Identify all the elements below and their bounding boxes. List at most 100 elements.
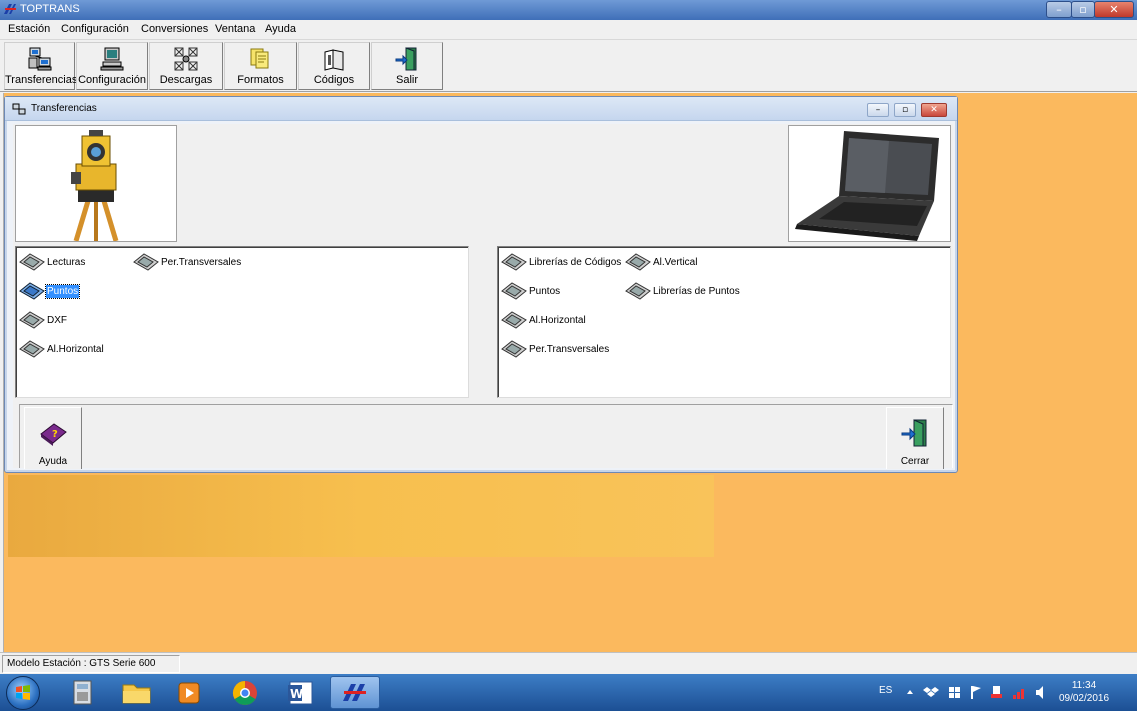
toolbar: Transferencias Configuración Descargas F… <box>0 41 1137 92</box>
network-signal-icon <box>1013 689 1024 699</box>
minimize-button[interactable]: – <box>1046 1 1072 18</box>
list-item-per-transversales[interactable]: Per.Transversales <box>132 249 242 275</box>
status-bar: Modelo Estación : GTS Serie 600 <box>0 652 1137 674</box>
salir-button[interactable]: Salir <box>371 42 443 90</box>
transferencias-button[interactable]: Transferencias <box>4 42 78 90</box>
main-title-bar: TOPTRANS – ▫ ✕ <box>0 0 1137 20</box>
bottom-button-panel: ? Ayuda Cerrar <box>19 404 953 469</box>
disk-file-icon <box>19 311 45 329</box>
dropbox-icon <box>923 687 939 697</box>
svg-text:W: W <box>290 687 303 701</box>
satellite-icon <box>174 47 198 71</box>
toptrans-logo-icon <box>4 4 16 14</box>
cerrar-label: Cerrar <box>900 456 930 467</box>
list-item-puntos[interactable]: Puntos <box>18 278 81 304</box>
book-icon <box>324 49 344 71</box>
maximize-button[interactable]: ▫ <box>1071 1 1095 18</box>
list-item-al-vertical[interactable]: Al.Vertical <box>624 249 698 275</box>
window-title: TOPTRANS <box>20 3 80 15</box>
transferencias-window: Transferencias – ▫ ✕ Lecturas Per.Transv… <box>4 96 958 473</box>
network-computers-icon <box>12 103 26 115</box>
child-maximize-button[interactable]: ▫ <box>894 103 916 117</box>
exit-door-icon <box>395 47 417 71</box>
formatos-button[interactable]: Formatos <box>224 42 297 90</box>
taskbar-media-player[interactable] <box>164 676 214 709</box>
taskbar-clock[interactable]: 11:34 09/02/2016 <box>1053 679 1115 705</box>
menu-conversiones[interactable]: Conversiones <box>141 23 208 35</box>
word-icon: W <box>288 681 313 705</box>
windows-app-icon <box>949 687 960 698</box>
list-item-puntos-pc[interactable]: Puntos <box>500 278 561 304</box>
menu-ventana[interactable]: Ventana <box>215 23 255 35</box>
menu-bar: Estación Configuración Conversiones Vent… <box>0 20 1137 40</box>
documents-icon <box>250 48 268 69</box>
start-button[interactable] <box>6 676 40 710</box>
action-center-flag-icon <box>971 686 981 699</box>
disk-file-icon <box>501 282 527 300</box>
taskbar-toptrans[interactable] <box>330 676 380 709</box>
folder-icon <box>122 684 151 704</box>
disk-file-icon <box>625 282 651 300</box>
network-computers-icon <box>28 47 51 71</box>
clock-date: 09/02/2016 <box>1058 693 1110 704</box>
disk-file-icon <box>19 340 45 358</box>
list-item-al-horizontal[interactable]: Al.Horizontal <box>18 336 105 362</box>
salir-label: Salir <box>395 74 418 86</box>
configuracion-label: Configuración <box>78 74 146 86</box>
system-tray-icons[interactable] <box>905 674 1050 711</box>
disk-file-icon <box>501 340 527 358</box>
total-station-image <box>15 125 177 242</box>
disk-file-icon <box>625 253 651 271</box>
disk-file-icon <box>19 282 45 300</box>
close-button[interactable]: ✕ <box>1094 1 1134 18</box>
show-hidden-icons-icon <box>907 690 913 694</box>
list-item-per-transversales-pc[interactable]: Per.Transversales <box>500 336 610 362</box>
chrome-icon <box>232 681 257 706</box>
child-minimize-button[interactable]: – <box>867 103 889 117</box>
total-station-icon <box>71 130 119 242</box>
menu-estacion[interactable]: Estación <box>8 23 50 35</box>
descargas-label: Descargas <box>159 74 213 86</box>
taskbar: W ES 11:34 09/02/2016 <box>0 674 1137 711</box>
transferencias-title-bar: Transferencias – ▫ ✕ <box>5 97 957 121</box>
list-item-librerias-de-codigos[interactable]: Librerías de Códigos <box>500 249 622 275</box>
menu-ayuda[interactable]: Ayuda <box>265 23 296 35</box>
disk-file-icon <box>501 253 527 271</box>
exit-door-icon <box>901 419 927 447</box>
help-book-icon: ? <box>40 423 67 446</box>
descargas-button[interactable]: Descargas <box>149 42 223 90</box>
taskbar-chrome[interactable] <box>220 676 270 709</box>
taskbar-word[interactable]: W <box>276 676 326 709</box>
calculator-icon <box>73 680 92 705</box>
taskbar-file-explorer[interactable] <box>112 676 162 709</box>
ayuda-label: Ayuda <box>38 456 68 467</box>
list-item-al-horizontal-pc[interactable]: Al.Horizontal <box>500 307 587 333</box>
configuracion-button[interactable]: Configuración <box>76 42 148 90</box>
station-files-list: Lecturas Per.Transversales Puntos DXF Al… <box>15 246 469 398</box>
ayuda-button[interactable]: ? Ayuda <box>24 407 82 469</box>
clock-time: 11:34 <box>1071 680 1097 691</box>
menu-configuracion[interactable]: Configuración <box>61 23 129 35</box>
windows-logo-icon <box>16 685 30 700</box>
transferencias-label: Transferencias <box>5 74 78 86</box>
computer-icon <box>100 47 124 71</box>
disk-file-icon <box>19 253 45 271</box>
cerrar-button[interactable]: Cerrar <box>886 407 944 469</box>
codigos-button[interactable]: Códigos <box>298 42 370 90</box>
media-player-icon <box>178 682 200 704</box>
transferencias-client-area: Lecturas Per.Transversales Puntos DXF Al… <box>13 124 953 469</box>
language-indicator[interactable]: ES <box>879 685 892 711</box>
svg-text:?: ? <box>52 429 58 440</box>
station-model-status: Modelo Estación : GTS Serie 600 <box>2 655 180 673</box>
transferencias-title: Transferencias <box>31 103 97 114</box>
child-close-button[interactable]: ✕ <box>921 103 947 117</box>
laptop-icon <box>795 131 939 241</box>
disk-file-icon <box>133 253 159 271</box>
background-band <box>8 475 714 557</box>
list-item-lecturas[interactable]: Lecturas <box>18 249 86 275</box>
list-item-librerias-de-puntos[interactable]: Librerías de Puntos <box>624 278 741 304</box>
taskbar-calculator[interactable] <box>58 676 108 709</box>
pc-files-list: Librerías de Códigos Al.Vertical Puntos … <box>497 246 951 398</box>
laptop-image <box>788 125 951 242</box>
list-item-dxf[interactable]: DXF <box>18 307 68 333</box>
